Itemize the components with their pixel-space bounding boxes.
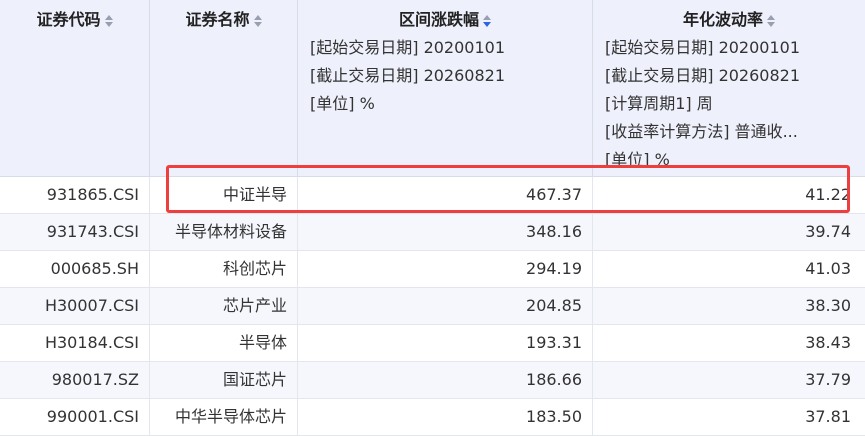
cell-name: 半导体 [149,325,297,361]
cell-change: 467.37 [297,177,592,213]
sort-desc-icon[interactable] [483,14,491,27]
cell-name: 中证半导 [149,177,297,213]
data-table: 证券代码 证券名称 区间涨跌幅 [起始交易日期] 20200101 [截止交易日… [0,0,865,436]
cell-code: 000685.SH [50,259,139,278]
cell-name: 国证芯片 [149,362,297,398]
cell-code: H30184.CSI [44,333,139,352]
table-row[interactable]: 931865.CSI 中证半导 467.37 41.22 [0,177,865,214]
sort-icon[interactable] [767,14,775,27]
column-header-change[interactable]: 区间涨跌幅 [起始交易日期] 20200101 [截止交易日期] 2026082… [297,0,592,176]
column-title: 区间涨跌幅 [398,10,479,29]
cell-volatility: 38.43 [592,325,865,361]
param-line: [收益率计算方法] 普通收... [605,122,798,141]
table-header: 证券代码 证券名称 区间涨跌幅 [起始交易日期] 20200101 [截止交易日… [0,0,865,177]
param-line: [单位] % [310,94,375,113]
column-title: 证券名称 [185,10,250,29]
cell-change: 348.16 [297,214,592,250]
cell-name: 中华半导体芯片 [149,399,297,435]
sort-icon[interactable] [104,14,113,27]
cell-name: 半导体材料设备 [149,214,297,250]
cell-volatility: 39.74 [592,214,865,250]
cell-volatility: 41.03 [592,251,865,287]
cell-code: H30007.CSI [44,296,139,315]
cell-change: 294.19 [297,251,592,287]
table-row[interactable]: H30184.CSI 半导体 193.31 38.43 [0,325,865,362]
cell-code: 990001.CSI [46,407,139,426]
cell-code: 931743.CSI [46,222,139,241]
cell-change: 193.31 [297,325,592,361]
cell-code: 980017.SZ [51,370,139,389]
table-row[interactable]: 000685.SH 科创芯片 294.19 41.03 [0,251,865,288]
column-title: 证券代码 [36,10,101,29]
cell-volatility: 37.79 [592,362,865,398]
table-row[interactable]: 980017.SZ 国证芯片 186.66 37.79 [0,362,865,399]
column-params: [起始交易日期] 20200101 [截止交易日期] 20260821 [单位]… [310,34,505,118]
cell-change: 186.66 [297,362,592,398]
cell-volatility: 37.81 [592,399,865,435]
param-line: [截止交易日期] 20260821 [310,66,506,85]
column-params: [起始交易日期] 20200101 [截止交易日期] 20260821 [计算周… [605,34,800,174]
param-line: [计算周期1] 周 [605,94,713,113]
column-title: 年化波动率 [682,10,763,29]
param-line: [截止交易日期] 20260821 [605,66,801,85]
cell-change: 204.85 [297,288,592,324]
param-line: [起始交易日期] 20200101 [310,38,506,57]
cell-change: 183.50 [297,399,592,435]
table-row[interactable]: 990001.CSI 中华半导体芯片 183.50 37.81 [0,399,865,436]
cell-volatility: 38.30 [592,288,865,324]
column-header-name[interactable]: 证券名称 [149,0,297,176]
cell-code: 931865.CSI [46,185,139,204]
table-row[interactable]: H30007.CSI 芯片产业 204.85 38.30 [0,288,865,325]
cell-name: 芯片产业 [149,288,297,324]
cell-name: 科创芯片 [149,251,297,287]
cell-volatility: 41.22 [592,177,865,213]
column-header-code[interactable]: 证券代码 [0,0,149,176]
param-line: [单位] % [605,150,670,169]
table-body: 931865.CSI 中证半导 467.37 41.22 931743.CSI … [0,177,865,436]
column-header-volatility[interactable]: 年化波动率 [起始交易日期] 20200101 [截止交易日期] 2026082… [592,0,865,176]
sort-icon[interactable] [253,14,262,27]
param-line: [起始交易日期] 20200101 [605,38,801,57]
table-row[interactable]: 931743.CSI 半导体材料设备 348.16 39.74 [0,214,865,251]
